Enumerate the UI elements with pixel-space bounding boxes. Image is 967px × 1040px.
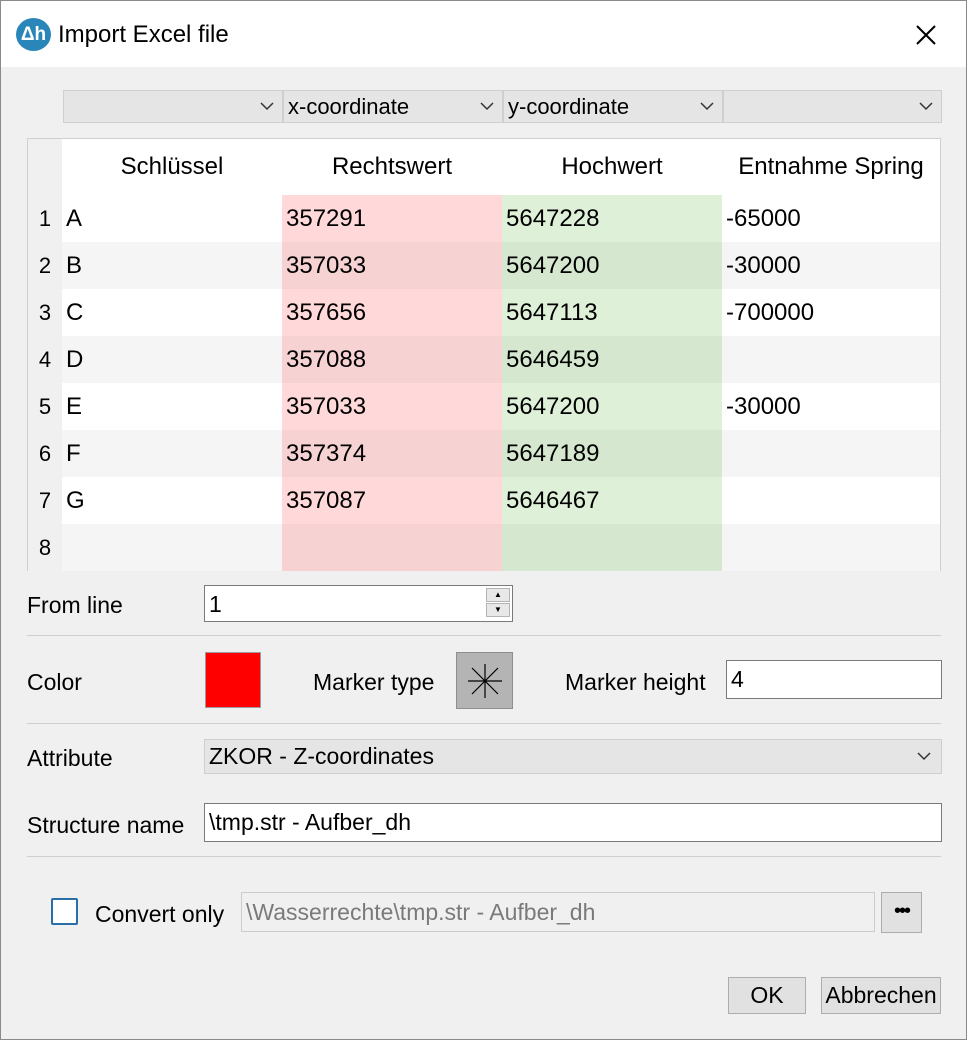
table-cell[interactable] <box>62 524 282 571</box>
table-cell[interactable]: F <box>62 430 282 477</box>
table-header-row: Schlüssel Rechtswert Hochwert Entnahme S… <box>28 139 940 195</box>
column-mapping-value: x-coordinate <box>288 94 410 119</box>
table-cell[interactable]: 5647189 <box>502 430 722 477</box>
table-cell[interactable]: D <box>62 336 282 383</box>
preview-table: Schlüssel Rechtswert Hochwert Entnahme S… <box>27 138 941 571</box>
separator <box>27 856 941 857</box>
chevron-down-icon <box>260 91 274 130</box>
table-cell[interactable]: -65000 <box>722 195 940 242</box>
convert-only-checkbox[interactable] <box>51 898 78 925</box>
attribute-select[interactable]: ZKOR - Z-coordinates <box>204 739 942 774</box>
attribute-value: ZKOR - Z-coordinates <box>209 743 434 769</box>
column-mapping-value: y-coordinate <box>508 94 630 119</box>
table-cell[interactable]: 357088 <box>282 336 502 383</box>
attribute-label: Attribute <box>27 745 113 771</box>
from-line-value: 1 <box>209 591 222 617</box>
column-mapping-select-1[interactable] <box>63 90 283 123</box>
chevron-down-icon <box>917 740 931 782</box>
table-cell[interactable]: E <box>62 383 282 430</box>
structure-name-input[interactable]: \tmp.str - Aufber_dh <box>204 803 942 842</box>
structure-name-label: Structure name <box>27 812 185 838</box>
close-icon <box>916 25 936 45</box>
color-swatch-button[interactable] <box>205 652 261 708</box>
ok-button[interactable]: OK <box>728 977 806 1014</box>
table-cell[interactable]: 5647113 <box>502 289 722 336</box>
table-cell[interactable] <box>502 524 722 571</box>
table-cell[interactable]: -30000 <box>722 242 940 289</box>
table-cell[interactable]: B <box>62 242 282 289</box>
import-excel-dialog: Δh Import Excel file x-coordinate y-coor… <box>0 0 967 1040</box>
convert-only-label[interactable]: Convert only <box>95 901 224 928</box>
column-header[interactable]: Entnahme Spring <box>722 139 940 195</box>
table-cell[interactable]: 5646459 <box>502 336 722 383</box>
table-cell[interactable]: 5646467 <box>502 477 722 524</box>
table-cell[interactable]: 357033 <box>282 383 502 430</box>
chevron-down-icon <box>700 91 714 130</box>
color-label: Color <box>27 669 82 695</box>
table-cell[interactable]: G <box>62 477 282 524</box>
table-row[interactable]: 5 E 357033 5647200 -30000 <box>28 383 940 430</box>
cancel-button[interactable]: Abbrechen <box>821 977 941 1014</box>
column-mapping-select-2[interactable]: x-coordinate <box>283 90 503 123</box>
spin-up-button[interactable]: ▲ <box>486 588 510 602</box>
table-cell[interactable]: 5647228 <box>502 195 722 242</box>
app-logo-icon: Δh <box>16 18 51 51</box>
column-header[interactable]: Hochwert <box>502 139 722 195</box>
browse-button[interactable]: ••• <box>881 892 922 933</box>
table-cell[interactable] <box>722 336 940 383</box>
table-row[interactable]: 8 <box>28 524 940 571</box>
column-header[interactable]: Schlüssel <box>62 139 282 195</box>
asterisk-marker-icon <box>467 663 502 698</box>
table-cell[interactable]: 357087 <box>282 477 502 524</box>
table-cell[interactable]: -30000 <box>722 383 940 430</box>
table-cell[interactable] <box>722 477 940 524</box>
table-row[interactable]: 4 D 357088 5646459 <box>28 336 940 383</box>
chevron-down-icon <box>480 91 494 130</box>
marker-type-button[interactable] <box>456 652 513 709</box>
table-row[interactable]: 3 C 357656 5647113 -700000 <box>28 289 940 336</box>
separator <box>27 723 941 724</box>
row-number[interactable]: 6 <box>28 430 62 477</box>
table-row[interactable]: 7 G 357087 5646467 <box>28 477 940 524</box>
convert-path-input: \Wasserrechte\tmp.str - Aufber_dh <box>241 892 875 932</box>
marker-height-label: Marker height <box>565 669 706 695</box>
table-row[interactable]: 6 F 357374 5647189 <box>28 430 940 477</box>
table-cell[interactable] <box>282 524 502 571</box>
table-cell[interactable]: 5647200 <box>502 242 722 289</box>
row-number[interactable]: 2 <box>28 242 62 289</box>
row-number[interactable]: 7 <box>28 477 62 524</box>
spin-buttons: ▲ ▼ <box>486 588 510 619</box>
table-cell[interactable]: A <box>62 195 282 242</box>
spin-down-button[interactable]: ▼ <box>486 603 510 617</box>
marker-height-input[interactable]: 4 <box>726 660 942 699</box>
table-row[interactable]: 2 B 357033 5647200 -30000 <box>28 242 940 289</box>
separator <box>27 635 941 636</box>
table-cell[interactable]: 357374 <box>282 430 502 477</box>
row-number[interactable]: 1 <box>28 195 62 242</box>
dialog-title: Import Excel file <box>58 21 229 48</box>
row-number[interactable]: 4 <box>28 336 62 383</box>
column-mapping-select-4[interactable] <box>723 90 942 123</box>
chevron-down-icon <box>919 91 933 130</box>
table-cell[interactable]: C <box>62 289 282 336</box>
table-corner[interactable] <box>28 139 62 195</box>
row-number[interactable]: 5 <box>28 383 62 430</box>
from-line-label: From line <box>27 592 123 618</box>
marker-type-label: Marker type <box>313 669 435 695</box>
table-cell[interactable]: 5647200 <box>502 383 722 430</box>
table-cell[interactable] <box>722 430 940 477</box>
from-line-spinbox[interactable]: 1 ▲ ▼ <box>204 585 513 622</box>
table-cell[interactable]: -700000 <box>722 289 940 336</box>
title-bar: Δh Import Excel file <box>1 1 966 67</box>
close-button[interactable] <box>906 15 946 55</box>
table-cell[interactable] <box>722 524 940 571</box>
row-number[interactable]: 8 <box>28 524 62 571</box>
row-number[interactable]: 3 <box>28 289 62 336</box>
column-mapping-select-3[interactable]: y-coordinate <box>503 90 723 123</box>
table-cell[interactable]: 357291 <box>282 195 502 242</box>
table-cell[interactable]: 357656 <box>282 289 502 336</box>
table-row[interactable]: 1 A 357291 5647228 -65000 <box>28 195 940 242</box>
table-cell[interactable]: 357033 <box>282 242 502 289</box>
column-header[interactable]: Rechtswert <box>282 139 502 195</box>
